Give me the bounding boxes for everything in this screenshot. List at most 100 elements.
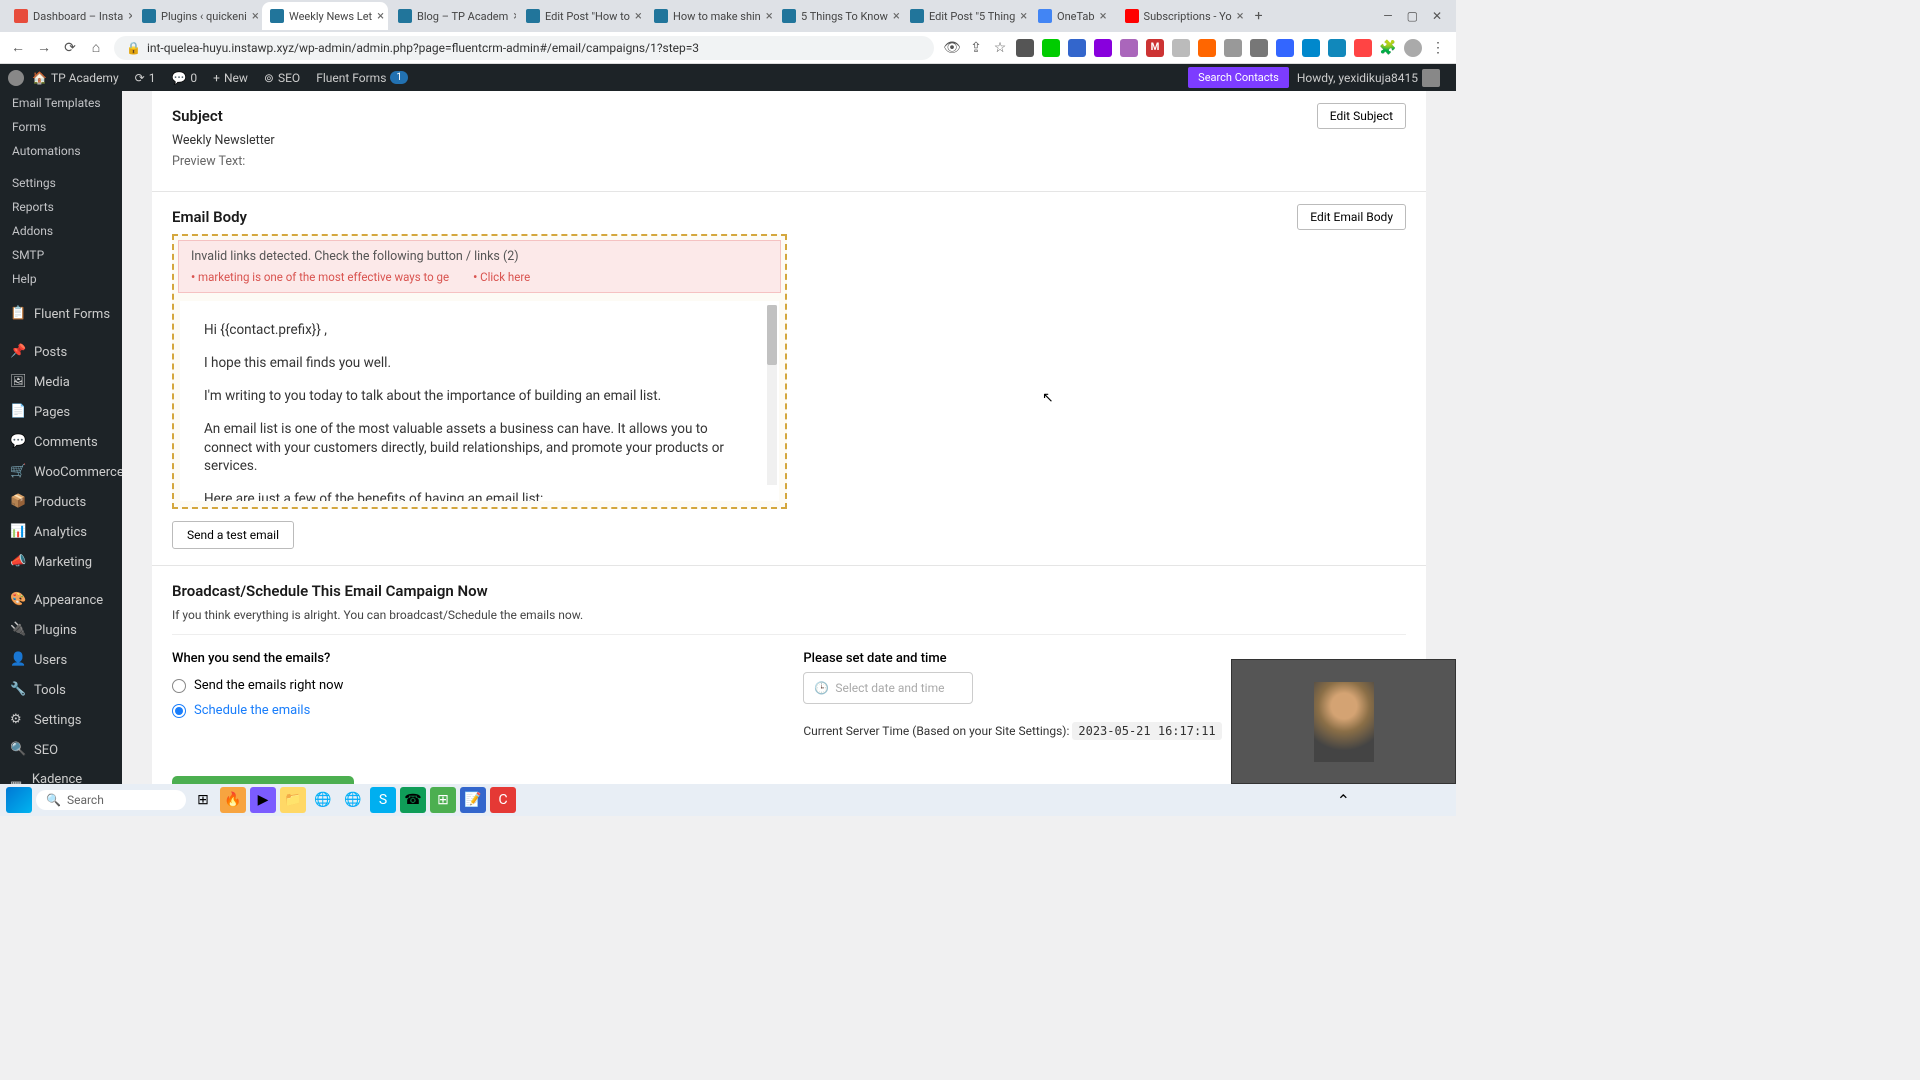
menu-fluent-forms[interactable]: 📋Fluent Forms (0, 299, 122, 329)
menu-products[interactable]: 📦Products (0, 487, 122, 517)
app-icon[interactable]: ⊞ (430, 787, 456, 813)
ext-icon[interactable] (1016, 39, 1034, 57)
ext-icon[interactable] (1094, 39, 1112, 57)
tab-1[interactable]: Plugins ‹ quickeni× (134, 2, 260, 30)
window-close-icon[interactable]: ✕ (1432, 9, 1442, 23)
ext-icon[interactable] (1172, 39, 1190, 57)
menu-help[interactable]: Help (0, 267, 122, 291)
ext-icon[interactable] (1042, 39, 1060, 57)
app-icon[interactable]: C (490, 787, 516, 813)
edge-icon[interactable]: 🌐 (340, 787, 366, 813)
tab-7[interactable]: Edit Post "5 Thing× (902, 2, 1028, 30)
forward-button[interactable]: → (36, 40, 52, 56)
radio-send-now[interactable]: Send the emails right now (172, 678, 343, 693)
seo-link[interactable]: ⊚SEO (256, 71, 308, 85)
menu-wpsettings[interactable]: ⚙Settings (0, 705, 122, 735)
wp-logo-icon[interactable] (8, 70, 24, 86)
menu-reports[interactable]: Reports (0, 195, 122, 219)
window-maximize-icon[interactable]: ▢ (1407, 9, 1418, 23)
tab-8[interactable]: OneTab× (1030, 2, 1115, 30)
ext-icon[interactable] (1250, 39, 1268, 57)
share-icon[interactable]: ⇪ (968, 40, 984, 56)
close-icon[interactable]: × (513, 9, 516, 24)
tab-9[interactable]: Subscriptions - Yo× (1117, 2, 1243, 30)
tab-3[interactable]: Blog – TP Academ× (390, 2, 516, 30)
ext-icon[interactable] (1354, 39, 1372, 57)
menu-seo[interactable]: 🔍SEO (0, 735, 122, 765)
new-tab-button[interactable]: + (1251, 8, 1267, 24)
invalid-link-2[interactable]: Click here (473, 270, 530, 284)
taskbar-search[interactable]: 🔍Search (36, 790, 186, 810)
site-link[interactable]: 🏠TP Academy (24, 71, 127, 85)
invalid-link-1[interactable]: marketing is one of the most effective w… (191, 270, 449, 284)
send-test-button[interactable]: Send a test email (172, 521, 294, 549)
menu-tools[interactable]: 🔧Tools (0, 675, 122, 705)
eye-off-icon[interactable]: 👁 (944, 40, 960, 56)
email-preview-content[interactable]: Hi {{contact.prefix}} , I hope this emai… (180, 301, 779, 501)
updates-link[interactable]: ⟳1 (127, 71, 164, 85)
schedule-campaign-button[interactable]: Schedule this campaign (172, 776, 354, 784)
menu-comments[interactable]: 💬Comments (0, 427, 122, 457)
menu-addons[interactable]: Addons (0, 219, 122, 243)
ext-icon[interactable] (1276, 39, 1294, 57)
menu-users[interactable]: 👤Users (0, 645, 122, 675)
close-icon[interactable]: × (252, 9, 259, 24)
skype-icon[interactable]: S (370, 787, 396, 813)
tab-6[interactable]: 5 Things To Know× (774, 2, 900, 30)
app-icon[interactable]: ▶ (250, 787, 276, 813)
menu-appearance[interactable]: 🎨Appearance (0, 585, 122, 615)
close-icon[interactable]: × (1237, 9, 1243, 24)
edit-subject-button[interactable]: Edit Subject (1317, 103, 1406, 129)
menu-pages[interactable]: 📄Pages (0, 397, 122, 427)
comments-link[interactable]: 💬0 (163, 71, 205, 85)
profile-avatar[interactable] (1404, 39, 1422, 57)
ext-icon[interactable] (1068, 39, 1086, 57)
menu-marketing[interactable]: 📣Marketing (0, 547, 122, 577)
app-icon[interactable]: 🔥 (220, 787, 246, 813)
menu-analytics[interactable]: 📊Analytics (0, 517, 122, 547)
search-contacts-button[interactable]: Search Contacts (1188, 67, 1289, 88)
window-minimize-icon[interactable]: — (1383, 9, 1392, 23)
menu-woocommerce[interactable]: 🛒WooCommerce (0, 457, 122, 487)
menu-icon[interactable]: ⋮ (1430, 40, 1446, 56)
reload-button[interactable]: ⟳ (62, 40, 78, 56)
menu-settings[interactable]: Settings (0, 171, 122, 195)
close-icon[interactable]: × (635, 9, 642, 24)
tab-0[interactable]: Dashboard – Insta× (6, 2, 132, 30)
taskview-icon[interactable]: ⊞ (190, 787, 216, 813)
url-input[interactable]: 🔒int-quelea-huyu.instawp.xyz/wp-admin/ad… (114, 36, 934, 60)
ext-icon[interactable] (1120, 39, 1138, 57)
date-input[interactable]: 🕒 Select date and time (803, 672, 973, 704)
menu-forms[interactable]: Forms (0, 115, 122, 139)
close-icon[interactable]: × (1100, 9, 1107, 24)
start-button[interactable] (6, 787, 32, 813)
ext-icon[interactable] (1224, 39, 1242, 57)
fluent-forms-link[interactable]: Fluent Forms1 (308, 71, 416, 85)
menu-email-templates[interactable]: Email Templates (0, 91, 122, 115)
ext-icon[interactable] (1198, 39, 1216, 57)
ext-icon[interactable] (1328, 39, 1346, 57)
close-icon[interactable]: × (128, 9, 132, 24)
edit-body-button[interactable]: Edit Email Body (1297, 204, 1406, 230)
chrome-icon[interactable]: 🌐 (310, 787, 336, 813)
ext-icon[interactable] (1302, 39, 1320, 57)
menu-posts[interactable]: 📌Posts (0, 337, 122, 367)
howdy-link[interactable]: Howdy, yexidikuja8415 (1289, 69, 1448, 87)
tab-2-active[interactable]: Weekly News Let× (262, 2, 388, 30)
star-icon[interactable]: ☆ (992, 40, 1008, 56)
back-button[interactable]: ← (10, 40, 26, 56)
home-button[interactable]: ⌂ (88, 40, 104, 56)
explorer-icon[interactable]: 📁 (280, 787, 306, 813)
close-icon[interactable]: × (1020, 9, 1027, 24)
tab-5[interactable]: How to make shin× (646, 2, 772, 30)
chevron-up-icon[interactable]: ⌃ (1337, 791, 1350, 810)
menu-media[interactable]: 🖼Media (0, 367, 122, 397)
close-icon[interactable]: × (893, 9, 900, 24)
tab-4[interactable]: Edit Post "How to× (518, 2, 644, 30)
radio-schedule[interactable]: Schedule the emails (172, 703, 343, 718)
email-body-preview[interactable]: Invalid links detected. Check the follow… (172, 234, 787, 509)
menu-smtp[interactable]: SMTP (0, 243, 122, 267)
puzzle-icon[interactable]: 🧩 (1380, 40, 1396, 56)
menu-automations[interactable]: Automations (0, 139, 122, 163)
close-icon[interactable]: × (377, 9, 384, 24)
